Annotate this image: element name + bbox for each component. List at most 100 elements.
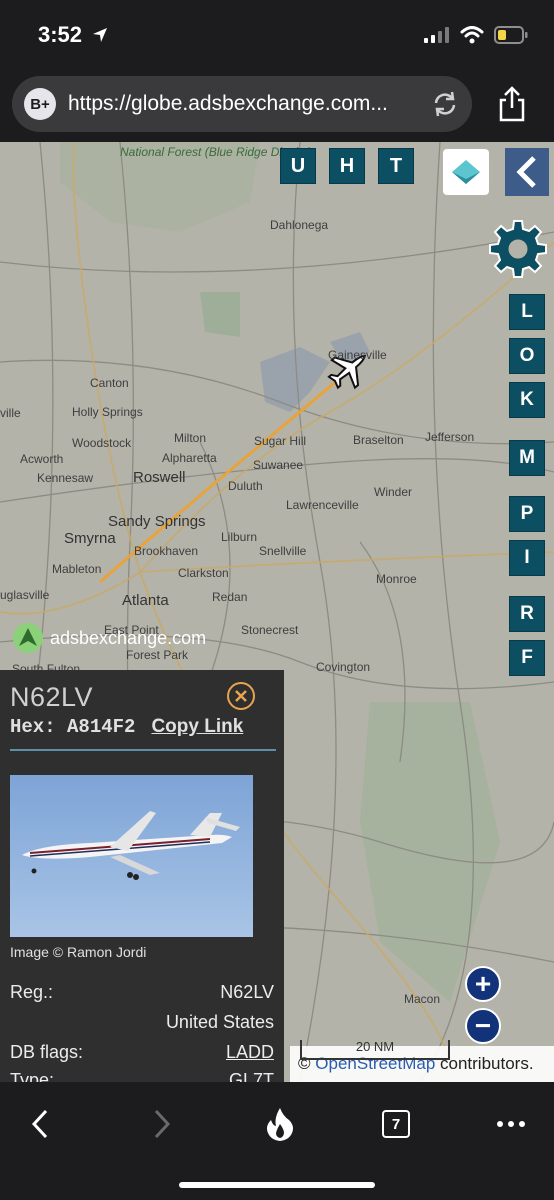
hex-row: Hex: A814F2 Copy Link <box>10 716 243 738</box>
info-label: Type: <box>10 1070 55 1082</box>
map-label: Roswell <box>133 469 186 486</box>
tabs-button[interactable]: 7 <box>380 1104 412 1144</box>
map-label: Braselton <box>353 433 404 447</box>
map-label: uglasville <box>0 588 50 602</box>
share-icon[interactable] <box>496 86 528 122</box>
cellular-signal-icon <box>424 27 449 43</box>
map-label: Canton <box>90 376 129 390</box>
map-label: Redan <box>212 590 248 604</box>
settings-gear-icon[interactable] <box>484 215 552 283</box>
attribution-suffix: contributors. <box>440 1054 534 1073</box>
status-time: 3:52 <box>38 22 108 48</box>
map-label: Gainesville <box>328 348 387 362</box>
map-label: Atlanta <box>122 592 169 609</box>
chevron-left-icon <box>31 1109 48 1139</box>
side-button-o[interactable]: O <box>509 338 545 374</box>
chevron-right-icon <box>154 1109 171 1139</box>
map-label: Dahlonega <box>270 218 329 232</box>
chevron-left-icon <box>516 156 536 188</box>
map-label: Alpharetta <box>162 451 217 465</box>
side-button-k[interactable]: K <box>509 382 545 418</box>
toggle-sidebar-button[interactable] <box>505 148 549 196</box>
info-row-db-flags: DB flags: LADD <box>10 1042 274 1063</box>
layers-icon <box>452 160 480 184</box>
more-menu-button[interactable] <box>494 1104 528 1144</box>
close-panel-button[interactable] <box>227 682 255 710</box>
side-button-m[interactable]: M <box>509 440 545 476</box>
info-label: Reg.: <box>10 982 54 1002</box>
adsbx-logo: adsbexchange.com <box>12 622 206 654</box>
map-label: Macon <box>404 992 441 1006</box>
home-indicator[interactable] <box>179 1182 375 1188</box>
zoom-in-button[interactable]: + <box>465 966 501 1002</box>
flame-icon <box>267 1108 293 1141</box>
map-label: Sugar Hill <box>254 434 307 448</box>
status-icons <box>424 26 528 44</box>
map-label: Sandy Springs <box>108 513 206 530</box>
reload-icon[interactable] <box>430 89 460 119</box>
top-button-h[interactable]: H <box>329 148 365 184</box>
side-button-f[interactable]: F <box>509 640 545 676</box>
map-label: Kennesaw <box>37 471 94 485</box>
map-label: Lawrenceville <box>286 498 359 512</box>
status-bar: 3:52 <box>0 0 554 70</box>
burn-tabs-button[interactable] <box>262 1104 298 1144</box>
aircraft-info-panel: N62LV Hex: A814F2 Copy Link Image © Ramo… <box>0 670 284 1082</box>
panel-divider <box>10 749 276 751</box>
map-label: Milton <box>174 431 207 445</box>
photo-credit: Image © Ramon Jordi <box>10 944 147 960</box>
map-label: Suwanee <box>253 458 304 472</box>
forward-button[interactable] <box>146 1104 178 1144</box>
top-button-u[interactable]: U <box>280 148 316 184</box>
info-value: United States <box>165 1012 274 1032</box>
adsbx-logo-icon <box>13 623 43 653</box>
side-button-p[interactable]: P <box>509 496 545 532</box>
info-value: N62LV <box>220 982 274 1002</box>
map-label: Clarkston <box>178 566 229 580</box>
back-button[interactable] <box>24 1104 56 1144</box>
location-arrow-icon <box>93 28 108 42</box>
browser-bottom-bar: 7 <box>0 1082 554 1200</box>
logo-text: adsbexchange.com <box>50 627 207 648</box>
map-label: Brookhaven <box>134 544 199 558</box>
info-row-country: United States <box>10 1012 274 1033</box>
close-icon <box>235 690 247 702</box>
url-text[interactable]: https://globe.adsbexchange.com... <box>68 92 430 116</box>
map-label: Smyrna <box>64 530 116 547</box>
aircraft-callsign: N62LV <box>10 682 94 712</box>
map-label: Stonecrest <box>241 623 299 637</box>
map-label: Holly Springs <box>72 405 143 419</box>
copy-link-button[interactable]: Copy Link <box>151 716 243 738</box>
info-label: DB flags: <box>10 1042 84 1062</box>
side-button-r[interactable]: R <box>509 596 545 632</box>
map-label: Covington <box>316 660 371 674</box>
more-dots-icon <box>497 1121 525 1127</box>
map-label: Mableton <box>52 562 102 576</box>
side-button-l[interactable]: L <box>509 294 545 330</box>
side-button-i[interactable]: I <box>509 540 545 576</box>
hex-label: Hex: A814F2 <box>10 716 136 738</box>
ladd-link[interactable]: LADD <box>226 1042 274 1063</box>
map-label: National Forest (Blue Ridge District) <box>120 145 312 159</box>
map-scale: 20 NM <box>300 1040 450 1060</box>
hex-value: A814F2 <box>67 716 136 738</box>
info-value: GL7T <box>228 1070 274 1082</box>
wifi-icon <box>460 26 484 44</box>
site-badge[interactable]: B+ <box>24 88 56 120</box>
address-bar[interactable]: B+ https://globe.adsbexchange.com... <box>12 76 472 132</box>
clock-text: 3:52 <box>38 22 83 47</box>
aircraft-photo-image <box>10 775 253 937</box>
map-label: Monroe <box>376 572 417 586</box>
browser-toolbar: B+ https://globe.adsbexchange.com... <box>0 70 554 142</box>
map-label: ville <box>0 406 21 420</box>
layers-button[interactable] <box>443 149 489 195</box>
aircraft-photo[interactable] <box>10 775 253 937</box>
zoom-out-button[interactable]: − <box>465 1008 501 1044</box>
map-label: Snellville <box>259 544 307 558</box>
info-row-reg: Reg.: N62LV <box>10 982 274 1003</box>
map-label: Acworth <box>20 452 64 466</box>
info-row-type: Type: GL7T <box>10 1070 274 1082</box>
tab-count: 7 <box>382 1110 410 1138</box>
map-label: Woodstock <box>72 436 132 450</box>
top-button-t[interactable]: T <box>378 148 414 184</box>
